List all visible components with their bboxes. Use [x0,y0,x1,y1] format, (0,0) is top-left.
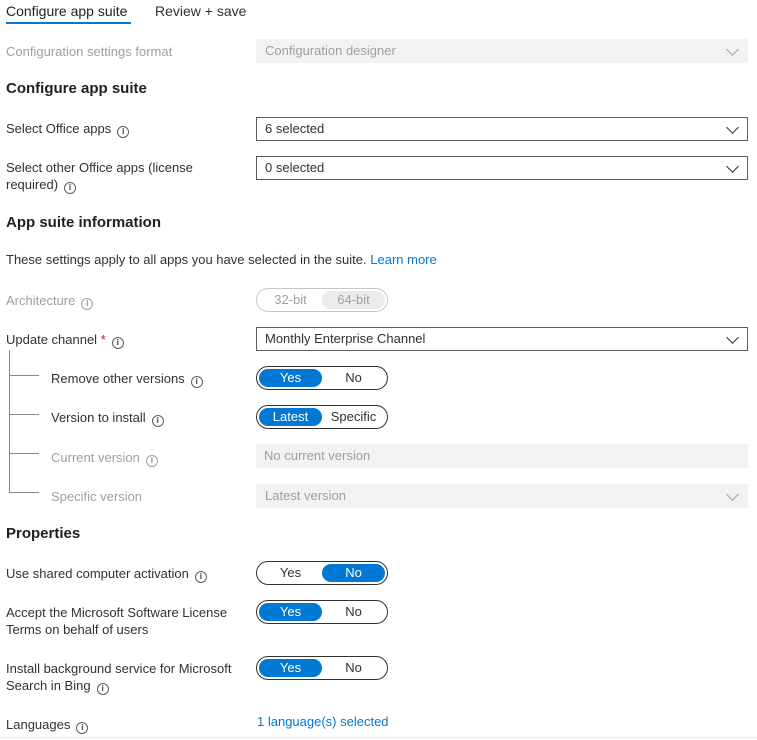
languages-label: Languages i [6,716,89,734]
remove-other-versions-toggle[interactable]: Yes No [256,366,388,390]
section-title-info: App suite information [6,214,161,231]
select-office-apps-dropdown[interactable]: 6 selected [256,117,748,141]
specific-version-label: Specific version [51,489,143,504]
specific-version-dropdown[interactable]: Latest version [256,484,748,508]
update-channel-label: Update channel * i [6,331,124,349]
tree-connector-branch [9,453,39,454]
config-format-label: Configuration settings format [6,44,173,59]
shared-activation-label: Use shared computer activation i [6,565,207,583]
architecture-64bit-option[interactable]: 64-bit [322,291,385,309]
info-icon[interactable]: i [64,182,77,194]
config-format-value: Configuration designer [265,43,396,58]
info-icon[interactable]: i [81,298,94,310]
specific-version-value: Latest version [265,488,346,503]
config-format-dropdown[interactable]: Configuration designer [256,39,748,63]
shared-activation-no-option[interactable]: No [322,564,385,582]
tab-configure-app-suite[interactable]: Configure app suite [6,3,127,19]
version-to-install-toggle[interactable]: Latest Specific [256,405,388,429]
select-office-apps-label: Select Office apps i [6,120,130,138]
info-icon[interactable]: i [111,337,124,349]
chevron-down-icon [726,488,739,501]
tree-connector-branch [9,492,39,493]
chevron-down-icon [726,43,739,56]
accept-license-label: Accept the Microsoft Software License Ter… [6,605,228,637]
shared-activation-yes-option[interactable]: Yes [259,564,322,582]
languages-link[interactable]: 1 language(s) selected [257,714,389,729]
tab-review-save[interactable]: Review + save [155,3,246,19]
learn-more-link[interactable]: Learn more [370,252,436,267]
architecture-toggle[interactable]: 32-bit 64-bit [256,288,388,312]
shared-activation-toggle[interactable]: Yes No [256,561,388,585]
background-service-no-option[interactable]: No [322,659,385,677]
current-version-label: Current version i [51,449,158,467]
current-version-field: No current version [256,444,748,468]
remove-other-versions-label: Remove other versions i [51,370,203,388]
info-icon[interactable]: i [190,376,203,388]
info-description: These settings apply to all apps you hav… [6,252,437,267]
architecture-32bit-option[interactable]: 32-bit [259,291,322,309]
version-latest-option[interactable]: Latest [259,408,322,426]
info-icon[interactable]: i [96,683,109,695]
remove-versions-no-option[interactable]: No [322,369,385,387]
select-office-apps-value: 6 selected [265,121,325,136]
architecture-label: Architecture i [6,292,94,310]
background-service-yes-option[interactable]: Yes [259,659,322,677]
background-service-label: Install background service for Microsoft… [6,661,232,695]
version-specific-option[interactable]: Specific [322,408,385,426]
update-channel-value: Monthly Enterprise Channel [265,331,426,346]
select-other-apps-value: 0 selected [265,160,325,175]
accept-license-toggle[interactable]: Yes No [256,600,388,624]
chevron-down-icon [726,121,739,134]
tree-connector-branch [9,414,39,415]
remove-versions-yes-option[interactable]: Yes [259,369,322,387]
accept-license-no-option[interactable]: No [322,603,385,621]
info-icon[interactable]: i [145,455,158,467]
tree-connector-vertical [9,350,10,492]
section-title-configure: Configure app suite [6,80,147,97]
select-other-apps-label: Select other Office apps (license require… [6,160,193,194]
info-icon[interactable]: i [151,415,164,427]
chevron-down-icon [726,160,739,173]
update-channel-dropdown[interactable]: Monthly Enterprise Channel [256,327,748,351]
tree-connector-branch [9,375,39,376]
section-title-properties: Properties [6,525,81,542]
divider [0,737,757,738]
accept-license-yes-option[interactable]: Yes [259,603,322,621]
select-other-apps-dropdown[interactable]: 0 selected [256,156,748,180]
required-mark: * [100,332,106,347]
active-tab-indicator [6,22,131,24]
version-to-install-label: Version to install i [51,409,164,427]
info-icon[interactable]: i [194,571,207,583]
background-service-toggle[interactable]: Yes No [256,656,388,680]
info-icon[interactable]: i [117,126,130,138]
info-icon[interactable]: i [76,722,89,734]
chevron-down-icon [726,331,739,344]
